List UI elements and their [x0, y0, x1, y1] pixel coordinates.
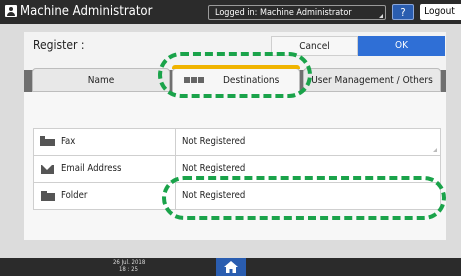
tab-user-management-label: User Management / Others	[311, 75, 433, 86]
expand-corner-icon	[379, 14, 383, 18]
row-label: Folder	[61, 190, 88, 201]
time-text: 18 : 25	[119, 266, 138, 273]
header-title: Machine Administrator	[20, 4, 153, 19]
mail-icon	[41, 165, 54, 174]
home-icon	[224, 261, 238, 273]
row-label-cell: Folder	[34, 183, 176, 209]
login-status[interactable]: Logged in: Machine Administrator	[208, 5, 386, 20]
help-button[interactable]: ?	[392, 4, 414, 20]
user-icon	[5, 5, 17, 17]
top-bar: Machine Administrator Logged in: Machine…	[0, 0, 461, 24]
row-label: Fax	[61, 136, 76, 147]
tab-name[interactable]: Name	[32, 68, 170, 92]
expand-corner-icon	[433, 148, 437, 152]
tab-name-label: Name	[87, 75, 115, 86]
row-label: Email Address	[61, 163, 122, 174]
highlight-destinations-tab	[158, 52, 312, 98]
bottom-bar: 26 Jul. 2018 18 : 25	[0, 258, 461, 276]
list-item-fax[interactable]: Fax Not Registered	[33, 128, 441, 156]
folder-icon	[41, 191, 55, 201]
row-label-cell: Fax	[34, 129, 176, 155]
tab-user-management[interactable]: User Management / Others	[303, 68, 441, 92]
login-status-text: Logged in: Machine Administrator	[215, 8, 352, 18]
ok-button[interactable]: OK	[358, 36, 445, 56]
fax-icon	[40, 136, 55, 146]
date-text: 26 Jul. 2018	[113, 259, 146, 266]
date-time: 26 Jul. 2018 18 : 25	[113, 259, 145, 273]
home-button[interactable]	[216, 258, 246, 276]
logout-button[interactable]: Logout	[420, 4, 459, 20]
register-title: Register :	[33, 38, 85, 52]
next-panel-button[interactable]	[456, 4, 461, 20]
row-label-cell: Email Address	[34, 156, 176, 182]
row-value: Not Registered	[182, 136, 246, 147]
highlight-folder-value	[162, 176, 446, 220]
